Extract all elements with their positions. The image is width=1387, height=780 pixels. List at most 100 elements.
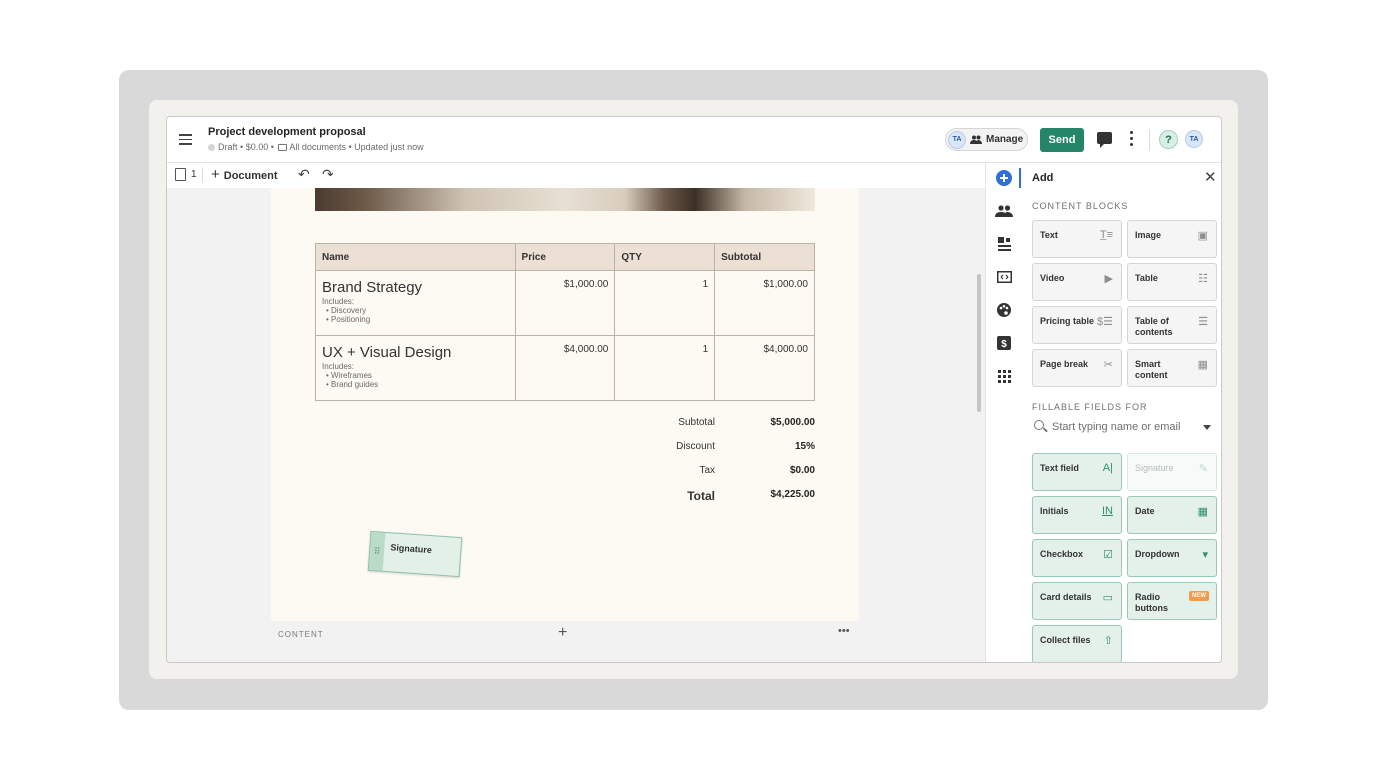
manage-label: Manage — [986, 134, 1024, 145]
block-page-break[interactable]: Page break ✂ — [1032, 349, 1122, 387]
updated-text: Updated just now — [354, 142, 424, 152]
search-icon — [1034, 420, 1044, 430]
recipient-search-input[interactable] — [1052, 417, 1192, 437]
close-icon[interactable]: ✕ — [1204, 168, 1217, 186]
content-section-bar: CONTENT + ••• — [271, 621, 859, 648]
tax-row[interactable]: Tax $0.00 — [655, 465, 815, 489]
toolbar-divider — [202, 167, 203, 183]
add-section-icon[interactable]: + — [558, 624, 567, 642]
header-bar: Project development proposal Draft • $0.… — [167, 117, 1221, 163]
signature-field-label: Signature — [390, 542, 433, 556]
item-includes-label: Includes: — [322, 297, 355, 306]
editor-window: Project development proposal Draft • $0.… — [166, 116, 1222, 663]
help-icon[interactable]: ? — [1159, 130, 1178, 149]
pricing-table-icon: $☰ — [1097, 316, 1113, 328]
signature-field-block[interactable]: ⠿ Signature — [367, 530, 463, 578]
text-icon: T̲≡ — [1099, 229, 1113, 241]
block-text[interactable]: Text T̲≡ — [1032, 220, 1122, 258]
field-collect-files[interactable]: Collect files ⇧ — [1032, 625, 1122, 662]
field-dropdown[interactable]: Dropdown ▾ — [1127, 539, 1217, 577]
header-divider — [1149, 129, 1150, 151]
price-cell[interactable]: $1,000.00 — [514, 270, 616, 336]
item-cell[interactable]: UX + Visual Design Includes: Wireframes … — [315, 335, 516, 401]
section-label: CONTENT — [278, 630, 324, 639]
total-row: Total $4,225.00 — [687, 489, 815, 503]
folder-link[interactable]: All documents — [289, 142, 346, 152]
list-item: Positioning — [326, 315, 509, 324]
subtotal-row: Subtotal $5,000.00 — [678, 417, 815, 428]
initials-icon: IN — [1102, 505, 1113, 517]
checkbox-icon: ☑ — [1103, 549, 1113, 561]
blocks-icon[interactable] — [995, 235, 1013, 253]
price-cell[interactable]: $4,000.00 — [514, 335, 616, 401]
field-card-details[interactable]: Card details ▭ — [1032, 582, 1122, 620]
field-signature: Signature ✎ — [1127, 453, 1217, 491]
side-rail: $ — [985, 163, 1021, 662]
send-button[interactable]: Send — [1040, 128, 1084, 152]
table-icon: ☷ — [1198, 273, 1208, 285]
plus-icon: + — [211, 166, 220, 183]
block-smart-content[interactable]: Smart content ▦ — [1127, 349, 1217, 387]
document-canvas: Name Price QTY Subtotal Brand Strategy I… — [167, 188, 985, 662]
item-includes-label: Includes: — [322, 362, 355, 371]
table-row[interactable]: Brand Strategy Includes: Discovery Posit… — [315, 270, 815, 336]
discount-row[interactable]: Discount 15% — [655, 441, 815, 465]
block-video[interactable]: Video ▶ — [1032, 263, 1122, 301]
text-field-icon: A| — [1102, 462, 1113, 474]
item-includes-list: Wireframes Brand guides — [326, 371, 509, 389]
column-header-subtotal: Subtotal — [714, 243, 815, 271]
document-title[interactable]: Project development proposal — [208, 126, 366, 138]
block-pricing-table[interactable]: Pricing table $☰ — [1032, 306, 1122, 344]
hamburger-menu-icon[interactable] — [179, 134, 192, 145]
canvas-scrollbar[interactable] — [977, 274, 981, 412]
document-amount: $0.00 — [245, 142, 269, 152]
pages-icon[interactable] — [175, 168, 186, 181]
field-text-field[interactable]: Text field A| — [1032, 453, 1122, 491]
field-initials[interactable]: Initials IN — [1032, 496, 1122, 534]
block-image[interactable]: Image ▣ — [1127, 220, 1217, 258]
new-badge: NEW — [1189, 591, 1209, 601]
header-photo — [315, 188, 815, 211]
embed-icon[interactable] — [995, 268, 1013, 286]
block-table-of-contents[interactable]: Table of contents ☰ — [1127, 306, 1217, 344]
folder-icon — [278, 144, 288, 151]
redo-icon[interactable]: ↷ — [322, 166, 334, 183]
panel-title: Add — [1032, 172, 1054, 184]
column-header-name: Name — [315, 243, 516, 271]
comments-icon[interactable] — [1097, 132, 1112, 148]
list-item: Brand guides — [326, 380, 509, 389]
qty-cell[interactable]: 1 — [614, 270, 716, 336]
manage-button[interactable]: TA Manage — [945, 128, 1028, 151]
field-date[interactable]: Date ▦ — [1127, 496, 1217, 534]
undo-icon[interactable]: ↶ — [298, 166, 310, 183]
palette-icon[interactable] — [995, 301, 1013, 319]
add-document-button[interactable]: + Document — [211, 166, 278, 183]
field-radio-buttons[interactable]: Radio buttons NEW — [1127, 582, 1217, 620]
document-meta: Draft • $0.00 • All documents • Updated … — [208, 142, 424, 152]
pricing-icon[interactable]: $ — [995, 334, 1013, 352]
item-cell[interactable]: Brand Strategy Includes: Discovery Posit… — [315, 270, 516, 336]
section-more-icon[interactable]: ••• — [838, 625, 850, 637]
totals-summary: Subtotal $5,000.00 Discount 15% Tax $0.00 T… — [655, 417, 815, 513]
column-header-qty: QTY — [614, 243, 716, 271]
user-avatar[interactable]: TA — [1185, 130, 1203, 148]
item-name: UX + Visual Design — [322, 344, 452, 361]
table-row[interactable]: UX + Visual Design Includes: Wireframes … — [315, 335, 815, 401]
more-options-icon[interactable] — [1130, 131, 1133, 146]
card-icon: ▭ — [1102, 592, 1113, 604]
recipients-icon[interactable] — [995, 202, 1013, 220]
video-icon: ▶ — [1104, 273, 1113, 285]
image-icon: ▣ — [1197, 230, 1208, 242]
qty-cell[interactable]: 1 — [614, 335, 716, 401]
block-table[interactable]: Table ☷ — [1127, 263, 1217, 301]
apps-icon[interactable] — [995, 367, 1013, 385]
drag-handle-icon[interactable]: ⠿ — [368, 531, 386, 571]
scissors-icon: ✂ — [1103, 359, 1113, 371]
recipient-selector[interactable] — [1032, 417, 1212, 437]
field-checkbox[interactable]: Checkbox ☑ — [1032, 539, 1122, 577]
pricing-table[interactable]: Name Price QTY Subtotal Brand Strategy I… — [315, 243, 815, 401]
add-icon[interactable] — [995, 169, 1013, 187]
chevron-down-icon[interactable] — [1203, 425, 1211, 430]
list-item: Discovery — [326, 306, 509, 315]
dropdown-icon: ▾ — [1202, 549, 1208, 561]
